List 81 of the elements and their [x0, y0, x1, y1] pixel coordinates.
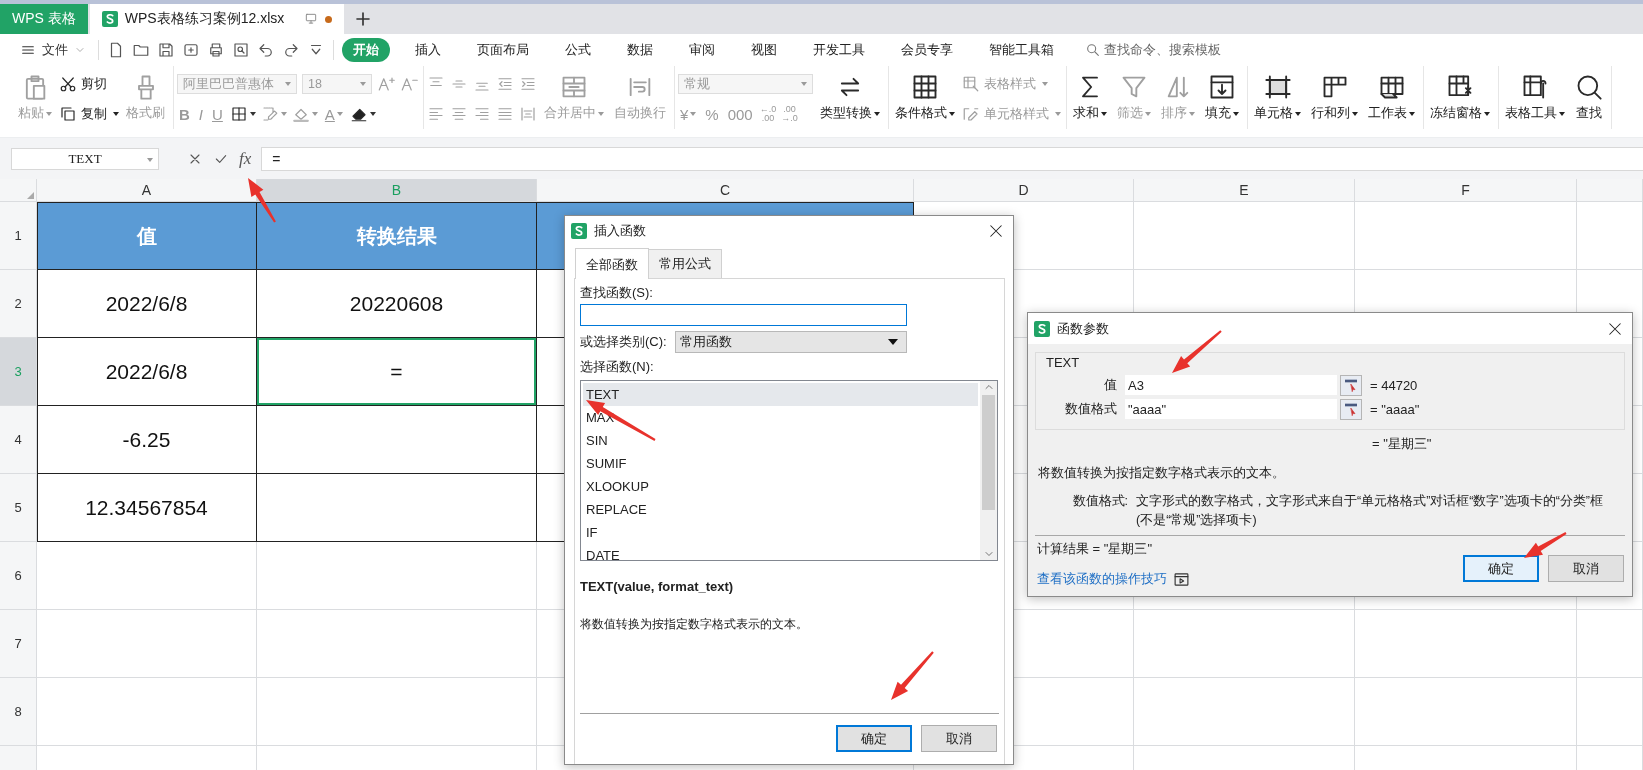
table-cell: 20220608: [257, 270, 537, 338]
ribbon-tab[interactable]: 智能工具箱: [978, 38, 1065, 62]
ribbon-button[interactable]: 表格工具: [1502, 70, 1568, 125]
row-header[interactable]: 1: [0, 202, 37, 270]
dialog-tab[interactable]: 全部函数: [575, 248, 649, 279]
ribbon-tab[interactable]: 开发工具: [802, 38, 876, 62]
row-header[interactable]: 8: [0, 678, 37, 746]
argument-help: 文字形式的数字格式，文字形式来自于“单元格格式”对话框“数字”选项卡的“分类”框(不是“常规”选择项卡): [1136, 493, 1604, 529]
function-item[interactable]: REPLACE: [583, 498, 978, 521]
ribbon-button[interactable]: 条件格式: [892, 70, 958, 125]
name-box[interactable]: TEXT: [11, 147, 159, 170]
argument-field[interactable]: "aaaa": [1125, 399, 1337, 419]
document-tab[interactable]: WPS表格练习案例12.xlsx: [89, 4, 344, 34]
row-header[interactable]: 2: [0, 270, 37, 338]
dialog-button[interactable]: 确定: [1463, 555, 1539, 582]
column-header[interactable]: F: [1355, 179, 1577, 202]
ribbon-button[interactable]: 复制: [59, 105, 119, 123]
dialog-tab[interactable]: 常用公式: [648, 249, 722, 278]
ribbon-tab[interactable]: 视图: [740, 38, 788, 62]
dialog-button[interactable]: 确定: [836, 725, 912, 752]
column-heading: 转换结果: [257, 202, 537, 270]
table-cell: 2022/6/8: [37, 338, 257, 406]
row-header[interactable]: 7: [0, 610, 37, 678]
ribbon-button[interactable]: 行和列: [1308, 70, 1361, 125]
function-description: 将数值转换为按指定数字格式表示的文本。: [580, 616, 809, 633]
ribbon-tab[interactable]: 数据: [616, 38, 664, 62]
help-link[interactable]: 查看该函数的操作技巧: [1037, 570, 1167, 588]
command-search[interactable]: 查找命令、搜索模板: [1085, 41, 1221, 59]
table-cell: 2022/6/8: [37, 270, 257, 338]
field-label: 或选择类别(C):: [580, 333, 668, 351]
ribbon-tab[interactable]: 会员专享: [890, 38, 964, 62]
formula-field[interactable]: =: [261, 146, 1643, 171]
insert-function-button[interactable]: fx: [239, 148, 252, 169]
ribbon-tab[interactable]: 页面布局: [466, 38, 540, 62]
ribbon-button[interactable]: 类型转换: [817, 70, 883, 125]
column-header[interactable]: E: [1134, 179, 1355, 202]
table-cell: 12.34567854: [37, 474, 257, 542]
row-header[interactable]: 5: [0, 474, 37, 542]
ribbon-button[interactable]: 查找: [1572, 70, 1606, 125]
function-item[interactable]: SIN: [583, 429, 978, 452]
function-description: 将数值转换为按指定数字格式表示的文本。: [1037, 465, 1286, 482]
dialog-title: 函数参数: [1057, 319, 1109, 338]
document-title: WPS表格练习案例12.xlsx: [124, 10, 285, 28]
field-label: 查找函数(S):: [580, 284, 654, 302]
argument-label: 数值格式: [1064, 400, 1118, 418]
formula-result: = "星期三": [1371, 435, 1433, 453]
argument-field[interactable]: A3: [1125, 375, 1337, 395]
function-item[interactable]: IF: [583, 521, 978, 544]
ribbon-button[interactable]: 工作表: [1365, 70, 1418, 125]
calculation-result: 计算结果 = "星期三": [1037, 540, 1154, 558]
ribbon-tab[interactable]: 公式: [554, 38, 602, 62]
dialog-button[interactable]: 取消: [1548, 555, 1624, 582]
table-cell: -6.25: [37, 406, 257, 474]
ribbon-button[interactable]: 单元格: [1251, 70, 1304, 125]
column-header[interactable]: A: [37, 179, 257, 202]
argument-label: 数值格式:: [1071, 493, 1129, 510]
selected-cell[interactable]: =: [257, 338, 537, 406]
argument-label: 值: [1103, 376, 1118, 394]
ribbon-button[interactable]: 填充: [1202, 70, 1242, 125]
argument-result: = 44720: [1370, 377, 1418, 393]
category-dropdown[interactable]: 常用函数: [675, 331, 907, 353]
ribbon-button[interactable]: 求和: [1070, 70, 1110, 125]
ribbon-tab[interactable]: 插入: [404, 38, 452, 62]
field-label: 选择函数(N):: [580, 358, 655, 376]
column-header[interactable]: D: [914, 179, 1134, 202]
function-item[interactable]: XLOOKUP: [583, 475, 978, 498]
function-item[interactable]: SUMIF: [583, 452, 978, 475]
column-heading: 值: [37, 202, 257, 270]
ribbon-tab[interactable]: 审阅: [678, 38, 726, 62]
ribbon-button[interactable]: 冻结窗格: [1427, 70, 1493, 125]
function-name: TEXT: [1045, 355, 1081, 372]
function-item[interactable]: TEXT: [583, 383, 978, 406]
row-header[interactable]: 4: [0, 406, 37, 474]
dialog-title: 插入函数: [594, 222, 646, 240]
dialog-button[interactable]: 取消: [921, 725, 997, 752]
file-menu[interactable]: 文件: [16, 39, 90, 61]
function-signature: TEXT(value, format_text): [580, 579, 735, 594]
argument-result: = "aaaa": [1370, 401, 1420, 417]
column-header[interactable]: C: [537, 179, 914, 202]
row-header[interactable]: 6: [0, 542, 37, 610]
ribbon-button[interactable]: 剪切: [59, 75, 107, 93]
